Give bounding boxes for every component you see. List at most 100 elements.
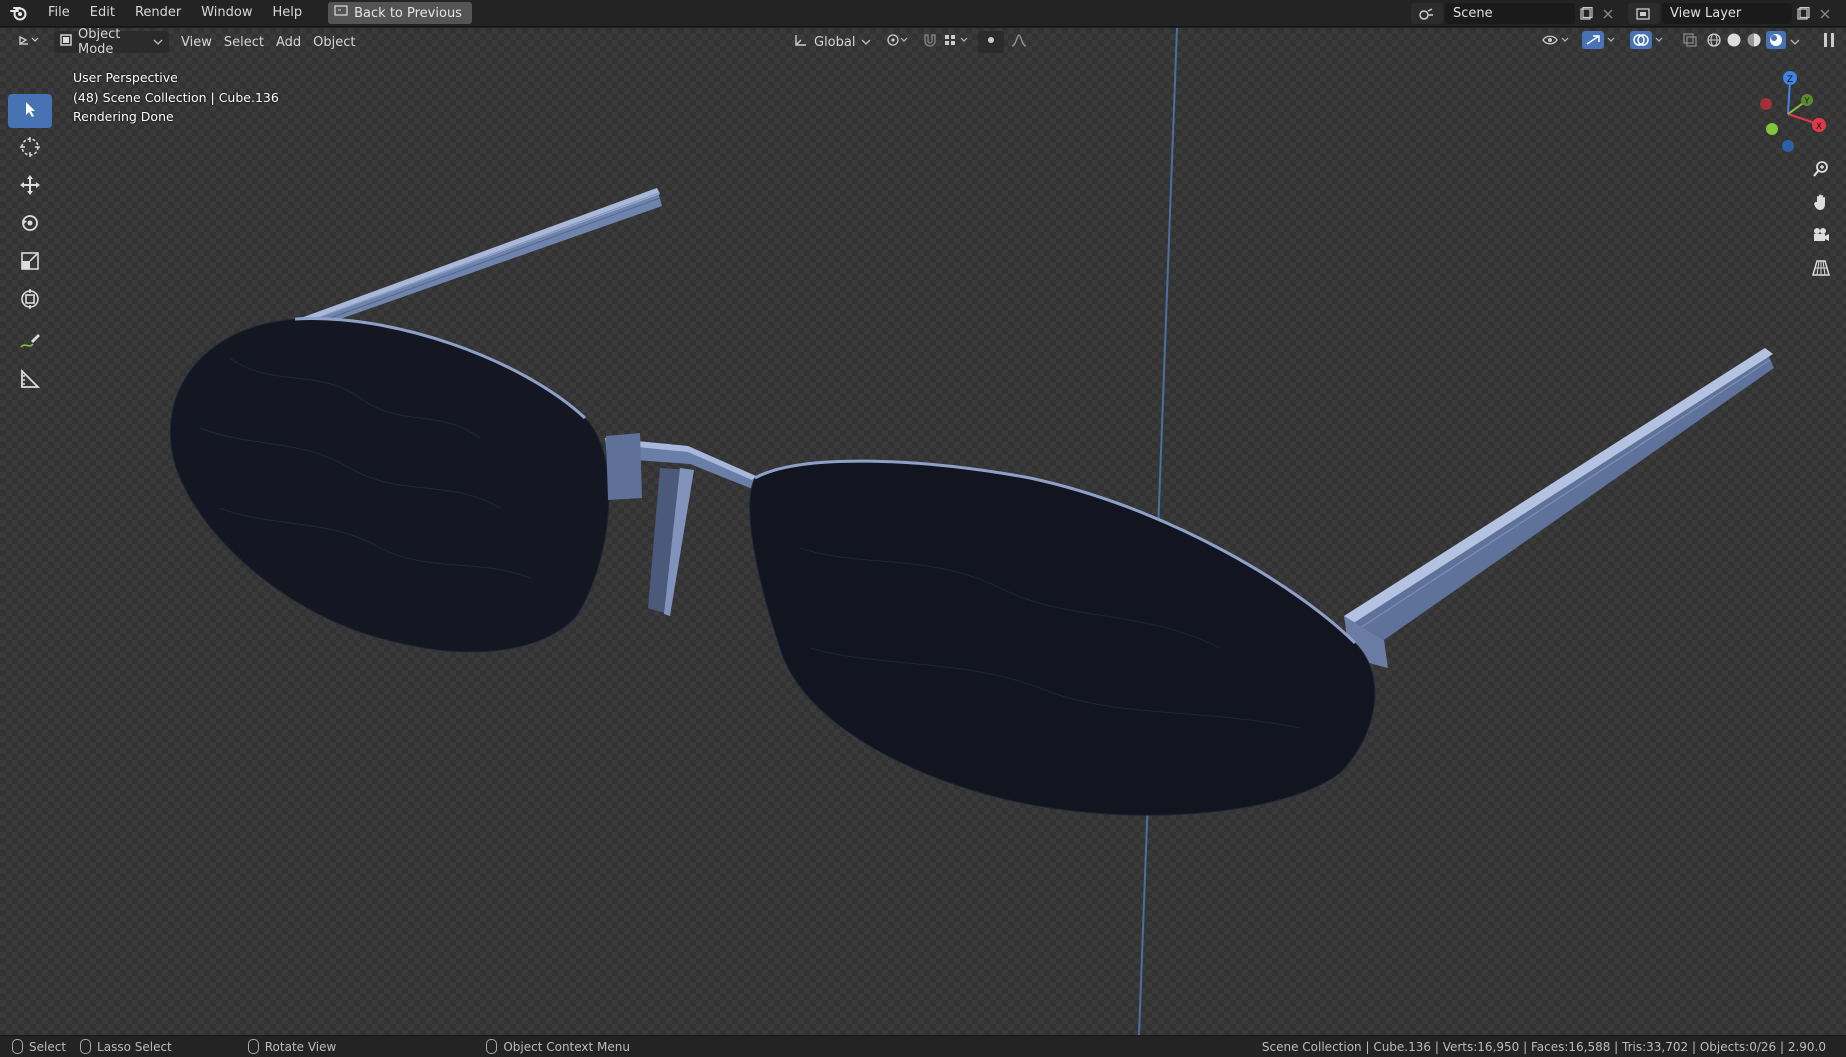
rotate-icon	[19, 212, 41, 238]
sidebar-toggle[interactable]	[1816, 31, 1842, 53]
solid-shading-icon[interactable]	[1726, 32, 1742, 52]
pivot-point-dropdown[interactable]	[880, 31, 916, 53]
close-scene-icon[interactable]	[1597, 3, 1619, 24]
falloff-dropdown[interactable]	[1005, 31, 1033, 53]
right-temple-arm	[1344, 348, 1774, 668]
status-rotate: Rotate View	[247, 1039, 336, 1054]
viewport-header: Object Mode View Select Add Object Globa…	[0, 27, 1846, 57]
gizmo-y-label: Y	[1804, 97, 1810, 106]
proportional-edit-icon	[985, 34, 997, 50]
pivot-icon	[886, 33, 910, 51]
top-menu-bar: File Edit Render Window Help Back to Pre…	[0, 0, 1846, 27]
rendered-shading-icon[interactable]	[1766, 31, 1786, 53]
tool-shelf	[8, 94, 54, 402]
move-tool[interactable]	[8, 170, 52, 204]
overlay-icon	[1630, 31, 1666, 53]
close-view-layer-icon[interactable]	[1814, 3, 1836, 24]
view-layer-name-field[interactable]: View Layer	[1662, 3, 1792, 24]
ruler-icon	[19, 368, 41, 394]
status-select-label: Select	[29, 1039, 67, 1054]
new-view-layer-icon[interactable]	[1792, 3, 1814, 24]
left-temple-arm	[290, 188, 662, 333]
pause-icon	[1822, 32, 1836, 52]
gizmo-neg-y	[1766, 123, 1778, 135]
annotate-tool[interactable]	[8, 326, 52, 360]
cursor-arrow-icon	[21, 100, 39, 122]
shading-mode-buttons[interactable]	[1700, 31, 1806, 53]
magnifier-icon	[1812, 160, 1830, 182]
menu-file[interactable]: File	[38, 2, 80, 24]
hand-icon	[1812, 193, 1830, 215]
orientation-axes-icon	[794, 33, 808, 51]
chevron-down-icon	[153, 35, 163, 50]
pencil-icon	[19, 330, 41, 356]
view-layer-selector[interactable]: View Layer	[1628, 3, 1836, 24]
right-lens	[749, 459, 1376, 816]
perspective-toggle-button[interactable]	[1808, 257, 1834, 283]
menu-render[interactable]: Render	[125, 2, 191, 24]
scene-selector[interactable]: Scene	[1411, 3, 1619, 24]
status-lasso-label: Lasso Select	[97, 1039, 172, 1054]
menu-edit[interactable]: Edit	[80, 2, 125, 24]
menu-help[interactable]: Help	[263, 2, 313, 24]
snap-grid-icon	[944, 33, 972, 51]
3d-viewport[interactable]: User Perspective (48) Scene Collection |…	[0, 28, 1846, 1035]
falloff-curve-icon	[1011, 33, 1027, 51]
object-menu[interactable]: Object	[307, 31, 361, 53]
select-menu[interactable]: Select	[218, 31, 270, 53]
menu-window[interactable]: Window	[191, 2, 262, 24]
status-context-menu-label: Object Context Menu	[503, 1039, 630, 1054]
wireframe-shading-icon[interactable]	[1706, 32, 1722, 52]
magnet-icon	[922, 32, 938, 52]
select-box-tool[interactable]	[8, 94, 52, 128]
render-status-label: Rendering Done	[73, 109, 174, 124]
mode-dropdown[interactable]: Object Mode	[54, 27, 169, 57]
editor-type-dropdown[interactable]	[12, 31, 46, 53]
back-to-previous-label: Back to Previous	[354, 5, 462, 21]
navigation-gizmo[interactable]: Z X Y	[1748, 68, 1844, 158]
blender-logo-icon[interactable]	[8, 2, 30, 24]
snap-target-dropdown[interactable]	[938, 31, 978, 53]
view-layer-icon[interactable]	[1628, 3, 1660, 24]
chevron-down-icon[interactable]	[1790, 35, 1800, 50]
status-select: Select	[12, 1039, 66, 1054]
status-bar: Select Lasso Select Rotate View Object C…	[0, 1035, 1846, 1057]
viewport-info: User Perspective (48) Scene Collection |…	[73, 68, 279, 127]
collection-info-label: (48) Scene Collection | Cube.136	[73, 89, 279, 105]
grid-perspective-icon	[1812, 259, 1830, 281]
visibility-dropdown[interactable]	[1536, 31, 1578, 53]
scene-icon[interactable]	[1411, 3, 1443, 24]
transform-tool[interactable]	[8, 284, 52, 318]
scene-statistics: Scene Collection | Cube.136 | Verts:16,9…	[1261, 1039, 1826, 1054]
cursor-tool[interactable]	[8, 132, 52, 166]
add-menu[interactable]: Add	[270, 31, 307, 53]
left-mouse-icon	[12, 1039, 23, 1054]
camera-view-button[interactable]	[1808, 224, 1834, 250]
gizmo-toggle[interactable]	[1576, 31, 1624, 53]
measure-tool[interactable]	[8, 364, 52, 398]
right-mouse-icon	[486, 1039, 498, 1054]
3d-cursor-icon	[19, 136, 41, 162]
drag-mouse-icon	[80, 1039, 92, 1054]
back-to-previous-button[interactable]: Back to Previous	[328, 2, 472, 24]
scene-canvas	[169, 28, 1774, 1035]
overlay-toggle[interactable]	[1624, 31, 1672, 53]
gizmo-neg-z	[1782, 140, 1794, 152]
eye-selectability-icon	[1542, 33, 1572, 51]
pan-view-button[interactable]	[1808, 191, 1834, 217]
material-shading-icon[interactable]	[1746, 32, 1762, 52]
proportional-edit-toggle[interactable]	[978, 31, 1004, 53]
camera-icon	[1811, 226, 1831, 248]
new-scene-icon[interactable]	[1575, 3, 1597, 24]
view-menu[interactable]: View	[175, 31, 218, 53]
move-arrows-icon	[19, 174, 41, 200]
xray-icon	[1682, 32, 1698, 52]
transform-orientation-dropdown[interactable]: Global	[788, 31, 872, 53]
rotate-tool[interactable]	[8, 208, 52, 242]
status-lasso: Lasso Select	[80, 1039, 172, 1054]
screen-icon	[334, 5, 348, 21]
zoom-view-button[interactable]	[1808, 158, 1834, 184]
scale-tool[interactable]	[8, 246, 52, 280]
scene-name-field[interactable]: Scene	[1445, 3, 1575, 24]
status-context-menu: Object Context Menu	[486, 1039, 630, 1054]
